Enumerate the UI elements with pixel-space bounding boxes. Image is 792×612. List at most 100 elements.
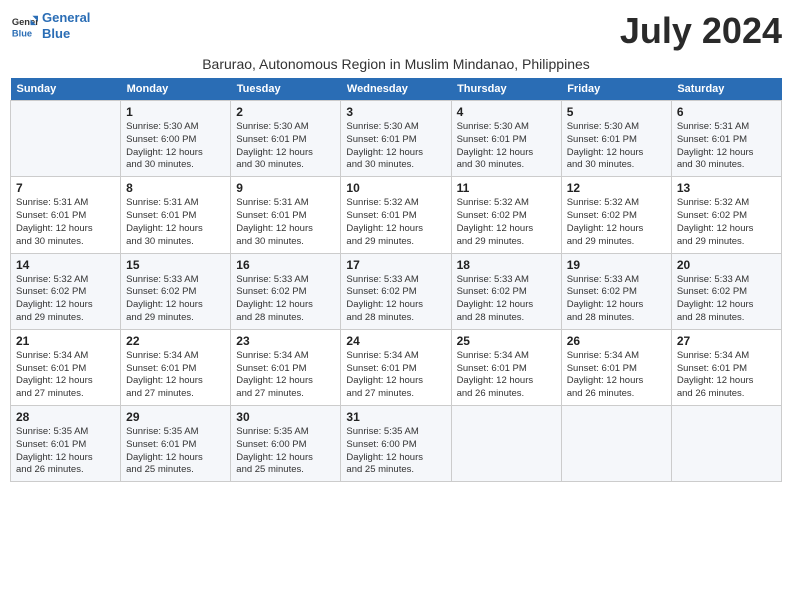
weekday-header-cell: Friday — [561, 78, 671, 101]
calendar-cell: 2 Sunrise: 5:30 AMSunset: 6:01 PMDaylight… — [231, 101, 341, 177]
day-info: Sunrise: 5:34 AMSunset: 6:01 PMDaylight:… — [346, 350, 445, 401]
logo: General Blue General Blue — [10, 10, 90, 41]
calendar-cell: 25 Sunrise: 5:34 AMSunset: 6:01 PMDayligh… — [451, 329, 561, 405]
day-number: 5 — [567, 105, 666, 119]
calendar-cell: 10 Sunrise: 5:32 AMSunset: 6:01 PMDayligh… — [341, 177, 451, 253]
day-info: Sunrise: 5:34 AMSunset: 6:01 PMDaylight:… — [677, 350, 776, 401]
day-number: 14 — [16, 258, 115, 272]
day-info: Sunrise: 5:33 AMSunset: 6:02 PMDaylight:… — [126, 274, 225, 325]
calendar-cell: 31 Sunrise: 5:35 AMSunset: 6:00 PMDayligh… — [341, 406, 451, 482]
day-number: 17 — [346, 258, 445, 272]
day-number: 9 — [236, 181, 335, 195]
day-info: Sunrise: 5:35 AMSunset: 6:01 PMDaylight:… — [126, 426, 225, 477]
day-info: Sunrise: 5:31 AMSunset: 6:01 PMDaylight:… — [126, 197, 225, 248]
month-title: July 2024 — [620, 10, 782, 52]
day-info: Sunrise: 5:30 AMSunset: 6:01 PMDaylight:… — [457, 121, 556, 172]
calendar-cell: 20 Sunrise: 5:33 AMSunset: 6:02 PMDayligh… — [671, 253, 781, 329]
day-info: Sunrise: 5:30 AMSunset: 6:01 PMDaylight:… — [236, 121, 335, 172]
day-number: 22 — [126, 334, 225, 348]
calendar-cell: 8 Sunrise: 5:31 AMSunset: 6:01 PMDaylight… — [121, 177, 231, 253]
day-info: Sunrise: 5:33 AMSunset: 6:02 PMDaylight:… — [677, 274, 776, 325]
calendar-cell: 29 Sunrise: 5:35 AMSunset: 6:01 PMDayligh… — [121, 406, 231, 482]
calendar-cell: 15 Sunrise: 5:33 AMSunset: 6:02 PMDayligh… — [121, 253, 231, 329]
calendar-cell: 5 Sunrise: 5:30 AMSunset: 6:01 PMDaylight… — [561, 101, 671, 177]
day-info: Sunrise: 5:32 AMSunset: 6:02 PMDaylight:… — [16, 274, 115, 325]
weekday-header-cell: Saturday — [671, 78, 781, 101]
logo-blue: Blue — [42, 26, 70, 41]
day-info: Sunrise: 5:32 AMSunset: 6:02 PMDaylight:… — [567, 197, 666, 248]
calendar-cell: 30Sunrise: 5:35 AMSunset: 6:00 PMDayligh… — [231, 406, 341, 482]
calendar-cell: 17 Sunrise: 5:33 AMSunset: 6:02 PMDayligh… — [341, 253, 451, 329]
day-info: Sunrise: 5:33 AMSunset: 6:02 PMDaylight:… — [346, 274, 445, 325]
day-number: 25 — [457, 334, 556, 348]
calendar-cell: 13 Sunrise: 5:32 AMSunset: 6:02 PMDayligh… — [671, 177, 781, 253]
day-number: 27 — [677, 334, 776, 348]
day-number: 23 — [236, 334, 335, 348]
day-number: 19 — [567, 258, 666, 272]
day-number: 8 — [126, 181, 225, 195]
weekday-header-cell: Wednesday — [341, 78, 451, 101]
day-info: Sunrise: 5:32 AMSunset: 6:02 PMDaylight:… — [677, 197, 776, 248]
weekday-header-cell: Monday — [121, 78, 231, 101]
calendar-cell: 7 Sunrise: 5:31 AMSunset: 6:01 PMDaylight… — [11, 177, 121, 253]
day-number: 31 — [346, 410, 445, 424]
day-number: 21 — [16, 334, 115, 348]
calendar-cell: 6Sunrise: 5:31 AMSunset: 6:01 PMDaylight… — [671, 101, 781, 177]
calendar-cell: 28 Sunrise: 5:35 AMSunset: 6:01 PMDayligh… — [11, 406, 121, 482]
calendar-week-row: 21 Sunrise: 5:34 AMSunset: 6:01 PMDayligh… — [11, 329, 782, 405]
logo-general: General — [42, 10, 90, 25]
day-number: 20 — [677, 258, 776, 272]
day-number: 2 — [236, 105, 335, 119]
calendar-cell: 24 Sunrise: 5:34 AMSunset: 6:01 PMDayligh… — [341, 329, 451, 405]
calendar-cell: 26 Sunrise: 5:34 AMSunset: 6:01 PMDayligh… — [561, 329, 671, 405]
day-number: 28 — [16, 410, 115, 424]
subtitle: Barurao, Autonomous Region in Muslim Min… — [10, 56, 782, 72]
day-info: Sunrise: 5:31 AMSunset: 6:01 PMDaylight:… — [16, 197, 115, 248]
calendar-cell: 19 Sunrise: 5:33 AMSunset: 6:02 PMDayligh… — [561, 253, 671, 329]
weekday-header-cell: Tuesday — [231, 78, 341, 101]
day-info: Sunrise: 5:32 AMSunset: 6:02 PMDaylight:… — [457, 197, 556, 248]
logo-text: General Blue — [42, 10, 90, 41]
day-info: Sunrise: 5:33 AMSunset: 6:02 PMDaylight:… — [236, 274, 335, 325]
day-number: 10 — [346, 181, 445, 195]
svg-text:Blue: Blue — [12, 28, 32, 38]
calendar-cell — [671, 406, 781, 482]
day-number: 1 — [126, 105, 225, 119]
day-number: 26 — [567, 334, 666, 348]
day-number: 29 — [126, 410, 225, 424]
calendar-week-row: 28 Sunrise: 5:35 AMSunset: 6:01 PMDayligh… — [11, 406, 782, 482]
day-info: Sunrise: 5:31 AMSunset: 6:01 PMDaylight:… — [236, 197, 335, 248]
calendar-cell — [11, 101, 121, 177]
day-info: Sunrise: 5:35 AMSunset: 6:00 PMDaylight:… — [346, 426, 445, 477]
day-info: Sunrise: 5:30 AMSunset: 6:01 PMDaylight:… — [567, 121, 666, 172]
weekday-header-row: SundayMondayTuesdayWednesdayThursdayFrid… — [11, 78, 782, 101]
calendar-cell: 14 Sunrise: 5:32 AMSunset: 6:02 PMDayligh… — [11, 253, 121, 329]
day-number: 13 — [677, 181, 776, 195]
day-number: 4 — [457, 105, 556, 119]
day-info: Sunrise: 5:34 AMSunset: 6:01 PMDaylight:… — [457, 350, 556, 401]
calendar-cell: 21Sunrise: 5:34 AMSunset: 6:01 PMDayligh… — [11, 329, 121, 405]
day-info: Sunrise: 5:35 AMSunset: 6:00 PMDaylight:… — [236, 426, 335, 477]
day-info: Sunrise: 5:32 AMSunset: 6:01 PMDaylight:… — [346, 197, 445, 248]
calendar-cell: 9 Sunrise: 5:31 AMSunset: 6:01 PMDaylight… — [231, 177, 341, 253]
day-info: Sunrise: 5:34 AMSunset: 6:01 PMDaylight:… — [567, 350, 666, 401]
day-info: Sunrise: 5:35 AMSunset: 6:01 PMDaylight:… — [16, 426, 115, 477]
day-info: Sunrise: 5:33 AMSunset: 6:02 PMDaylight:… — [457, 274, 556, 325]
calendar-cell: 12Sunrise: 5:32 AMSunset: 6:02 PMDayligh… — [561, 177, 671, 253]
calendar-cell: 3Sunrise: 5:30 AMSunset: 6:01 PMDaylight… — [341, 101, 451, 177]
day-info: Sunrise: 5:34 AMSunset: 6:01 PMDaylight:… — [236, 350, 335, 401]
day-number: 7 — [16, 181, 115, 195]
weekday-header-cell: Sunday — [11, 78, 121, 101]
calendar-cell: 18 Sunrise: 5:33 AMSunset: 6:02 PMDayligh… — [451, 253, 561, 329]
calendar-table: SundayMondayTuesdayWednesdayThursdayFrid… — [10, 78, 782, 482]
day-number: 3 — [346, 105, 445, 119]
calendar-week-row: 7 Sunrise: 5:31 AMSunset: 6:01 PMDaylight… — [11, 177, 782, 253]
day-info: Sunrise: 5:33 AMSunset: 6:02 PMDaylight:… — [567, 274, 666, 325]
calendar-cell: 16 Sunrise: 5:33 AMSunset: 6:02 PMDayligh… — [231, 253, 341, 329]
calendar-cell: 22Sunrise: 5:34 AMSunset: 6:01 PMDayligh… — [121, 329, 231, 405]
day-number: 16 — [236, 258, 335, 272]
day-number: 24 — [346, 334, 445, 348]
day-number: 18 — [457, 258, 556, 272]
day-number: 15 — [126, 258, 225, 272]
calendar-week-row: 14 Sunrise: 5:32 AMSunset: 6:02 PMDayligh… — [11, 253, 782, 329]
